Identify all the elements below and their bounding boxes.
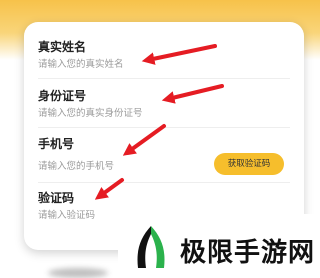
arrow-to-verification-code (94, 178, 124, 200)
watermark: 极限手游网 (118, 214, 320, 278)
arrow-to-id-card (161, 84, 224, 104)
watermark-text: 极限手游网 (180, 238, 316, 268)
arrow-to-name (141, 44, 217, 65)
watermark-logo-icon (137, 226, 165, 268)
arrow-to-phone (122, 124, 166, 156)
card-shadow (48, 268, 108, 278)
